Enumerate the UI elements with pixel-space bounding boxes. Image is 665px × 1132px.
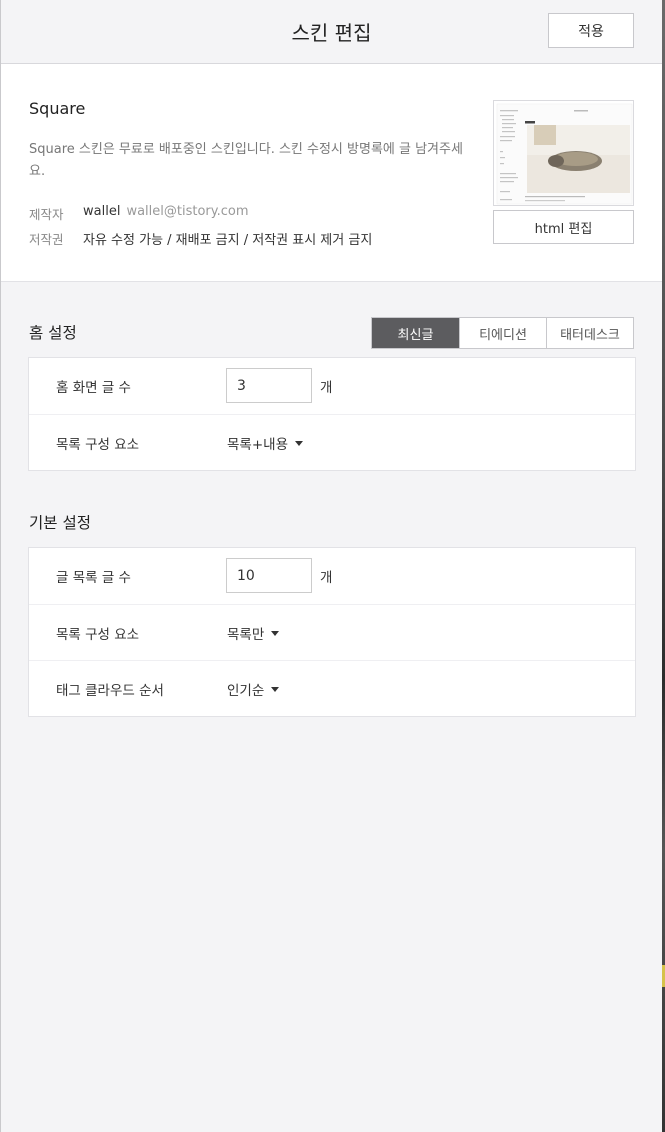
list-count-label: 글 목록 글 수 — [56, 570, 131, 586]
caret-down-icon — [295, 440, 303, 446]
skin-preview-thumbnail — [493, 100, 634, 206]
tab-t-edition[interactable]: 티에디션 — [459, 318, 546, 348]
list-count-input[interactable] — [226, 558, 312, 593]
html-edit-button[interactable]: html 편집 — [493, 210, 634, 244]
caret-down-icon — [271, 630, 280, 636]
author-name: wallel — [83, 204, 121, 219]
home-list-component-dropdown[interactable]: 목록+내용 — [227, 433, 303, 453]
skin-edit-panel: 스킨 편집 적용 Square Square 스킨은 무료로 배포중인 스킨입니… — [0, 0, 662, 1132]
license-value: 자유 수정 가능 / 재배포 금지 / 저작권 표시 제거 금지 — [83, 233, 373, 248]
author-email: wallel@tistory.com — [126, 204, 249, 219]
tag-cloud-order-dropdown[interactable]: 인기순 — [227, 679, 280, 699]
header: 스킨 편집 적용 — [1, 0, 662, 64]
home-list-component-value: 목록+내용 — [227, 437, 288, 453]
home-post-count-label: 홈 화면 글 수 — [56, 380, 131, 396]
list-component-dropdown[interactable]: 목록만 — [227, 623, 280, 643]
home-post-count-unit: 개 — [320, 380, 333, 396]
caret-down-icon — [271, 686, 280, 692]
list-component-label: 목록 구성 요소 — [56, 627, 140, 643]
list-component-row: 목록 구성 요소 목록만 — [29, 604, 635, 660]
basic-settings-title: 기본 설정 — [29, 514, 91, 532]
home-post-count-input[interactable] — [226, 368, 312, 403]
list-component-value: 목록만 — [227, 627, 265, 643]
home-post-count-row: 홈 화면 글 수 개 — [29, 358, 635, 414]
basic-settings-card: 글 목록 글 수 개 목록 구성 요소 목록만 태그 클라우드 순서 인기순 — [28, 547, 636, 717]
skin-name: Square — [29, 99, 86, 118]
tab-latest[interactable]: 최신글 — [372, 318, 459, 348]
tag-cloud-order-value: 인기순 — [227, 683, 265, 699]
skin-info-section: Square Square 스킨은 무료로 배포중인 스킨입니다. 스킨 수정시… — [1, 64, 662, 282]
tag-cloud-order-row: 태그 클라우드 순서 인기순 — [29, 660, 635, 716]
author-key: 제작자 — [29, 207, 64, 222]
author-row: 제작자 wallel wallel@tistory.com — [29, 204, 248, 223]
tag-cloud-order-label: 태그 클라우드 순서 — [56, 683, 164, 699]
home-tabs: 최신글 티에디션 태터데스크 — [371, 317, 634, 349]
license-key: 저작권 — [29, 232, 64, 247]
skin-description: Square 스킨은 무료로 배포중인 스킨입니다. 스킨 수정시 방명록에 글… — [29, 142, 463, 179]
list-count-unit: 개 — [320, 570, 333, 586]
license-row: 저작권 자유 수정 가능 / 재배포 금지 / 저작권 표시 제거 금지 — [29, 229, 372, 248]
list-count-row: 글 목록 글 수 개 — [29, 548, 635, 604]
home-settings-card: 홈 화면 글 수 개 목록 구성 요소 목록+내용 — [28, 357, 636, 471]
home-list-component-row: 목록 구성 요소 목록+내용 — [29, 414, 635, 470]
home-list-component-label: 목록 구성 요소 — [56, 437, 140, 453]
tab-tatter-desk[interactable]: 태터데스크 — [546, 318, 633, 348]
apply-button[interactable]: 적용 — [548, 13, 634, 48]
home-settings-title: 홈 설정 — [29, 324, 77, 342]
